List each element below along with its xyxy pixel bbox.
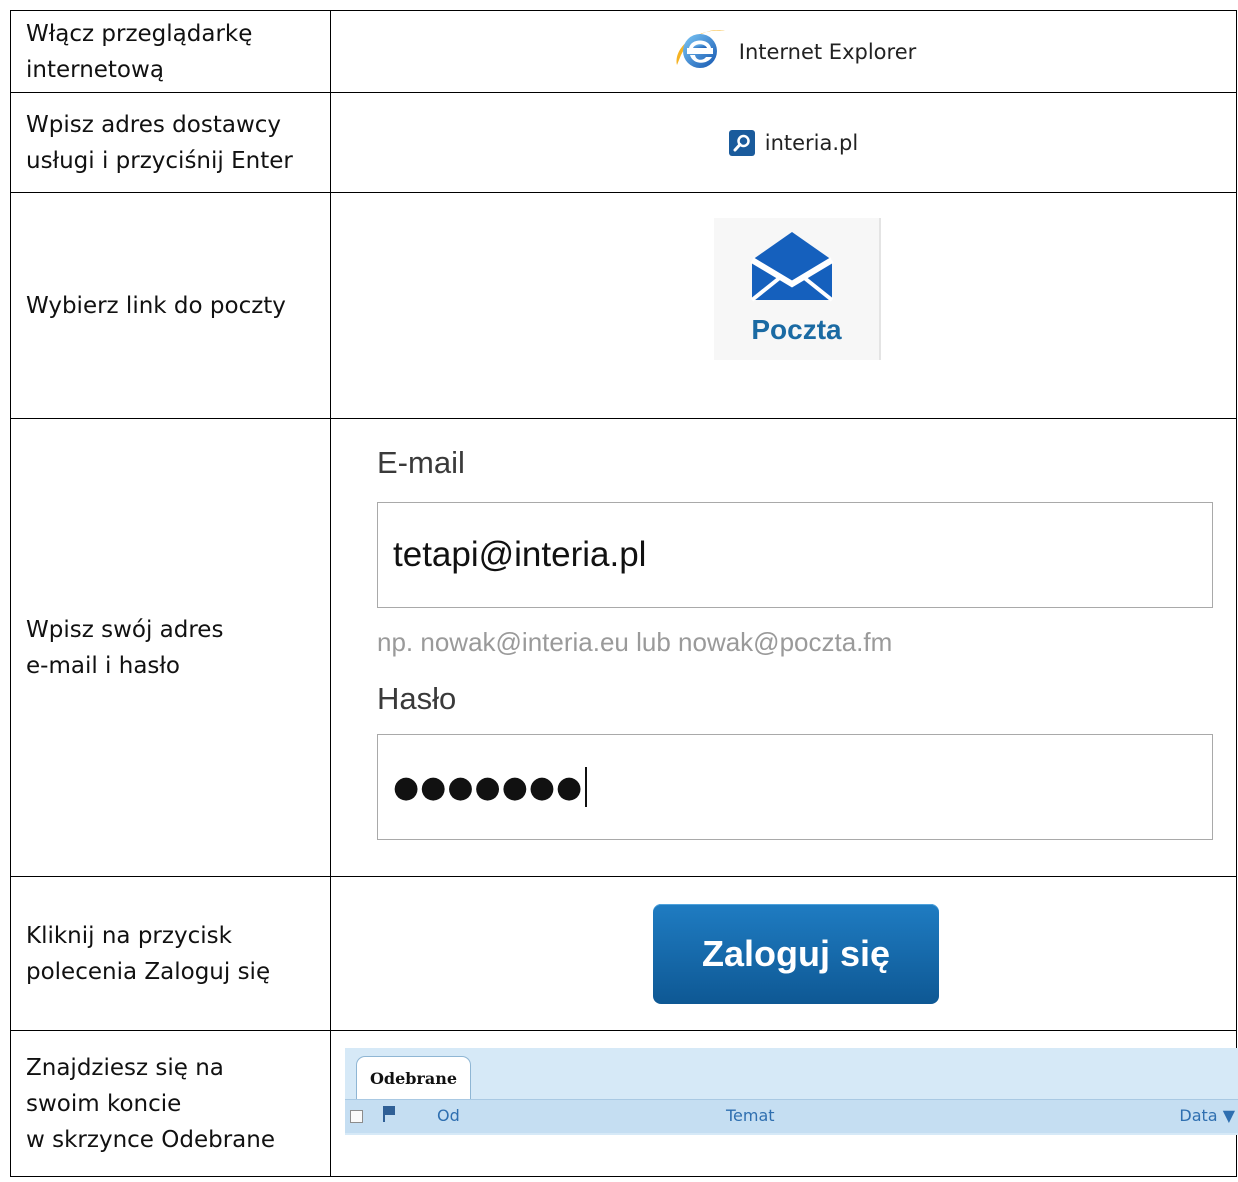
illustration-cell: Zaloguj się <box>330 876 1237 1031</box>
illustration-cell: Internet Explorer <box>330 10 1237 93</box>
mail-link[interactable]: Poczta <box>714 218 881 360</box>
column-date[interactable]: Data ▼ <box>1179 1106 1235 1125</box>
tab-inbox[interactable]: Odebrane <box>356 1056 471 1100</box>
mail-label: Poczta <box>751 314 842 345</box>
step-text: w skrzynce Odebrane <box>26 1126 275 1153</box>
step-cell: Kliknij na przycisk polecenia Zaloguj si… <box>10 876 331 1031</box>
table-row: Wpisz swój adres e-mail i hasło E-mail t… <box>10 418 1237 877</box>
browser-label: Internet Explorer <box>738 39 917 64</box>
email-label: E-mail <box>377 445 465 480</box>
step-text: polecenia Zaloguj się <box>26 958 271 985</box>
illustration-cell: E-mail tetapi@interia.pl np. nowak@inter… <box>330 418 1237 877</box>
password-value: ●●●●●●● <box>393 769 584 805</box>
step-text: Wpisz adres dostawcy <box>26 111 282 138</box>
column-from[interactable]: Od <box>437 1106 460 1125</box>
password-label: Hasło <box>377 681 457 716</box>
step-cell: Wpisz swój adres e-mail i hasło <box>10 418 331 877</box>
illustration-cell: interia.pl <box>330 92 1237 193</box>
step-cell: Znajdziesz się na swoim koncie w skrzync… <box>10 1030 331 1177</box>
email-value: tetapi@interia.pl <box>393 535 647 574</box>
address-text: interia.pl <box>764 130 859 155</box>
envelope-icon <box>748 230 836 306</box>
inbox-header: Od Temat Data ▼ <box>345 1099 1238 1133</box>
address-suggestion[interactable]: interia.pl <box>331 129 1236 156</box>
email-hint: np. nowak@interia.eu lub nowak@poczta.fm <box>377 627 893 657</box>
step-text: Wybierz link do poczty <box>26 292 286 319</box>
browser-launcher[interactable]: Internet Explorer <box>331 21 1236 83</box>
step-cell: Wpisz adres dostawcy usługi i przyciśnij… <box>10 92 331 193</box>
step-text: swoim koncie <box>26 1090 182 1117</box>
search-icon <box>728 129 755 156</box>
password-field[interactable]: ●●●●●●● <box>377 734 1213 840</box>
text-cursor <box>585 767 588 807</box>
illustration-cell: Odebrane Od Temat Data ▼ <box>330 1030 1238 1177</box>
step-text: Wpisz swój adres <box>26 616 224 643</box>
select-all-checkbox[interactable] <box>350 1110 363 1123</box>
step-cell: Włącz przeglądarkę internetową <box>10 10 331 93</box>
inbox-panel: Odebrane Od Temat Data ▼ <box>345 1048 1238 1135</box>
step-text: internetową <box>26 56 164 83</box>
step-text: Znajdziesz się na <box>26 1054 224 1081</box>
column-subject[interactable]: Temat <box>726 1106 775 1125</box>
step-text: e-mail i hasło <box>26 652 181 679</box>
email-field[interactable]: tetapi@interia.pl <box>377 502 1213 608</box>
login-button[interactable]: Zaloguj się <box>653 904 939 1004</box>
table-row: Włącz przeglądarkę internetową Internet … <box>10 10 1237 93</box>
table-row: Wybierz link do poczty Poczta <box>10 192 1237 419</box>
step-text: usługi i przyciśnij Enter <box>26 147 293 174</box>
instruction-table: Włącz przeglądarkę internetową Internet … <box>10 10 1238 1177</box>
table-row: Znajdziesz się na swoim koncie w skrzync… <box>10 1030 1238 1177</box>
table-row: Kliknij na przycisk polecenia Zaloguj si… <box>10 876 1237 1031</box>
internet-explorer-icon <box>671 21 729 83</box>
step-cell: Wybierz link do poczty <box>10 192 331 419</box>
illustration-cell: Poczta <box>330 192 1237 419</box>
step-text: Kliknij na przycisk <box>26 922 232 949</box>
step-text: Włącz przeglądarkę <box>26 20 253 47</box>
table-row: Wpisz adres dostawcy usługi i przyciśnij… <box>10 92 1237 193</box>
flag-icon[interactable] <box>382 1105 396 1127</box>
